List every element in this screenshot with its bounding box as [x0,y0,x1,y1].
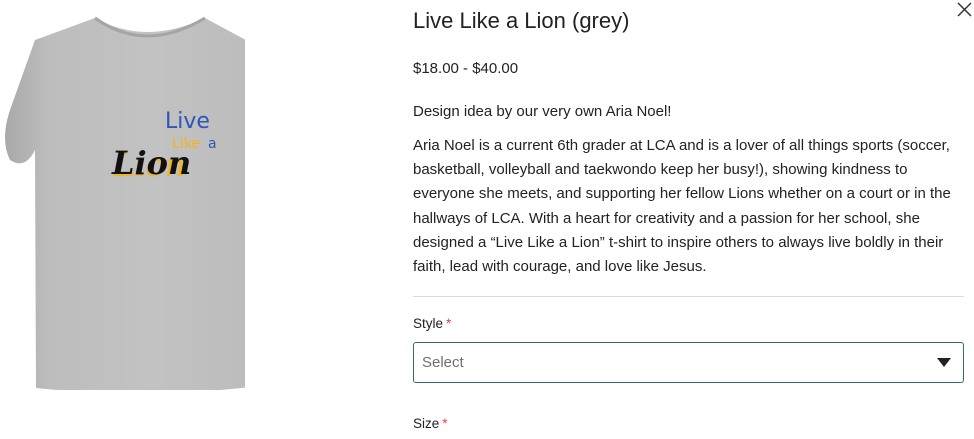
size-label: Size * [413,416,448,431]
size-label-text: Size [413,416,440,431]
product-price: $18.00 - $40.00 [413,60,519,77]
description-lead: Design idea by our very own Aria Noel! [413,103,672,120]
required-marker: * [442,416,448,431]
product-quick-view: Live Like a Lion Lion Live Like a Lion (… [0,0,974,439]
product-title: Live Like a Lion (grey) [413,8,630,33]
description-body: Aria Noel is a current 6th grader at LCA… [413,137,951,276]
product-image: Live Like a Lion Lion [5,16,245,390]
close-icon[interactable] [955,0,974,19]
style-select-value: Select [422,354,464,371]
chevron-down-icon [937,358,951,367]
required-marker: * [446,316,452,331]
divider [413,296,964,297]
graphic-a: a [208,136,217,152]
style-label: Style * [413,316,451,331]
graphic-lion: Lion [111,144,191,182]
style-select[interactable]: Select [413,342,964,383]
style-label-text: Style [413,316,444,331]
graphic-live: Live [165,109,210,134]
shirt-silhouette [5,18,245,390]
